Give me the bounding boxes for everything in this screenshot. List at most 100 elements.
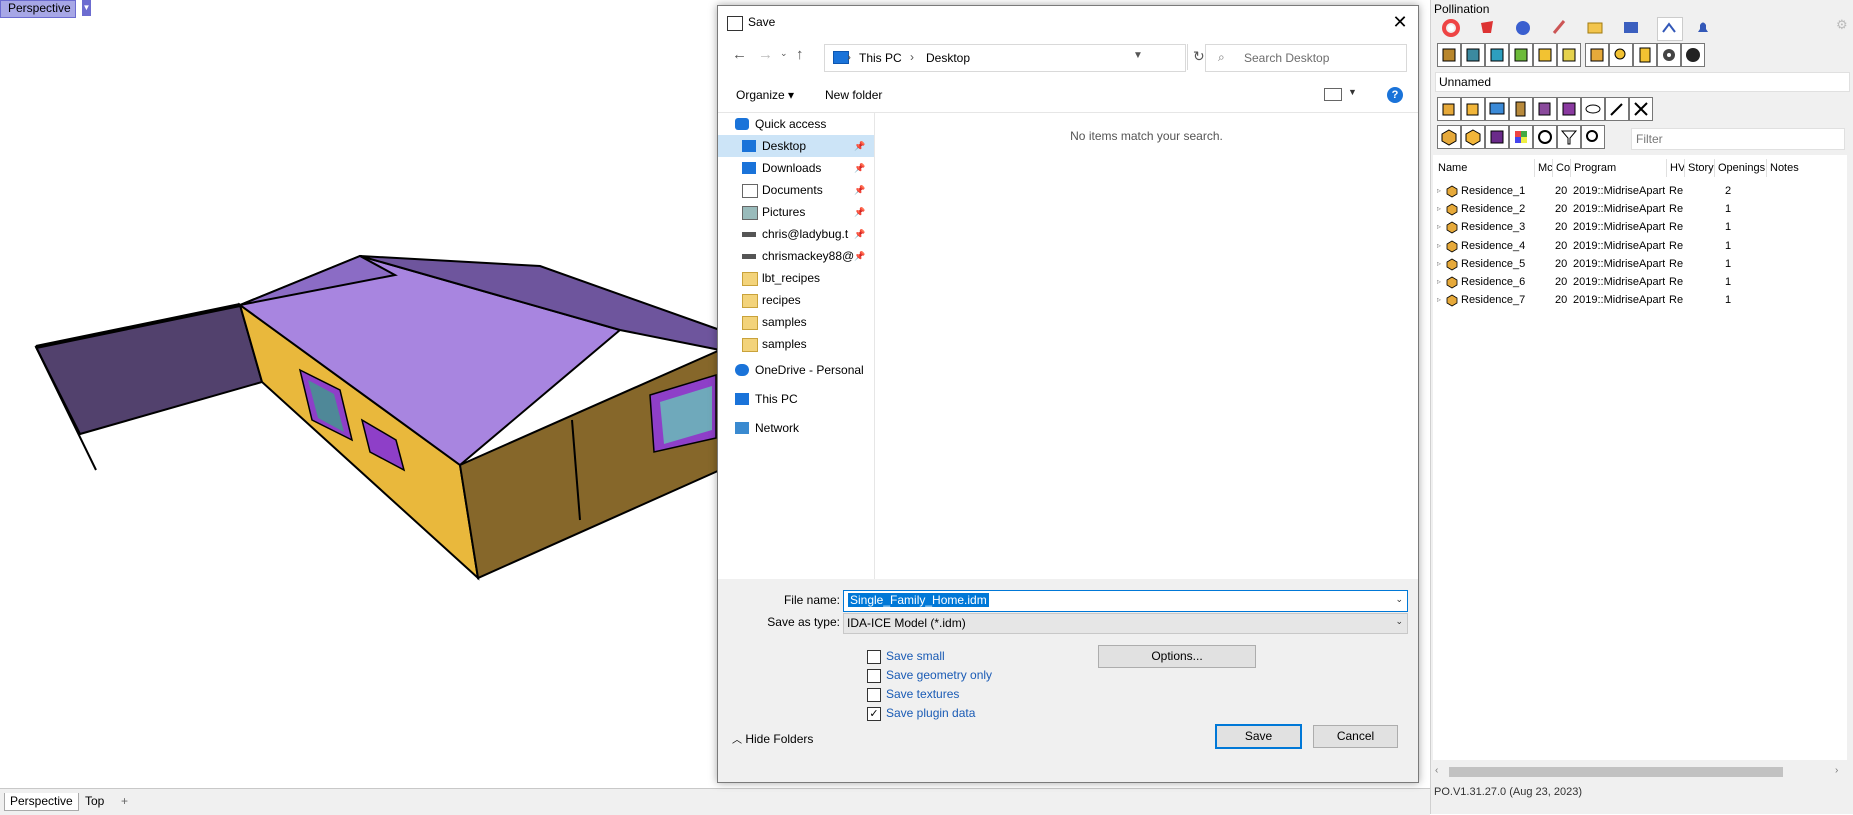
table-row[interactable]: ▹ Residence_3 20 2019::MidriseApartm Re 1 xyxy=(1433,218,1847,236)
pin-icon[interactable]: 📌 xyxy=(854,223,865,245)
sphere-tab-icon[interactable] xyxy=(1513,17,1537,39)
save-plugin-data-label[interactable]: Save plugin data xyxy=(886,706,975,720)
room-select-icon[interactable] xyxy=(1437,125,1461,149)
color-wheel-tab-icon[interactable] xyxy=(1441,17,1465,39)
up-arrow-icon[interactable]: ↑ xyxy=(796,46,804,63)
grid-view-icon[interactable] xyxy=(1485,125,1509,149)
help-button[interactable]: ? xyxy=(1387,87,1403,103)
close-button[interactable]: ✕ xyxy=(1386,9,1414,35)
save-textures-label[interactable]: Save textures xyxy=(886,687,959,701)
nav-item[interactable]: Network xyxy=(718,417,874,439)
table-row[interactable]: ▹ Residence_1 20 2019::MidriseApartm Re 2 xyxy=(1433,182,1847,200)
chevron-down-icon[interactable]: ▼ xyxy=(1348,87,1357,97)
folder-tab-icon[interactable] xyxy=(1585,17,1609,39)
horizontal-scrollbar[interactable]: ‹ › xyxy=(1433,764,1847,780)
file-list[interactable]: No items match your search. xyxy=(875,113,1418,579)
pin-icon[interactable]: 📌 xyxy=(854,157,865,179)
filter-input[interactable]: Filter xyxy=(1631,128,1845,150)
column-header[interactable]: Co xyxy=(1553,159,1571,177)
nav-item[interactable]: chris@ladybug.t 📌 xyxy=(718,223,874,245)
column-header[interactable]: Openings xyxy=(1715,159,1767,177)
nav-item[interactable]: chrismackey88@ 📌 xyxy=(718,245,874,267)
recent-dropdown-icon[interactable]: ⌄ xyxy=(780,48,788,59)
hexagon-icon[interactable] xyxy=(1461,125,1485,149)
save-type-select[interactable]: IDA-ICE Model (*.idm) ⌄ xyxy=(843,613,1408,634)
github-icon[interactable] xyxy=(1681,43,1705,67)
nav-item[interactable]: Desktop 📌 xyxy=(718,135,874,157)
upload-icon[interactable] xyxy=(1485,97,1509,121)
chevron-down-icon[interactable]: ⌄ xyxy=(1395,594,1403,605)
inspect-icon[interactable] xyxy=(1609,43,1633,67)
cancel-button[interactable]: Cancel xyxy=(1313,725,1398,748)
shade-icon[interactable] xyxy=(1509,43,1533,67)
table-row[interactable]: ▹ Residence_2 20 2019::MidriseApartm Re 1 xyxy=(1433,200,1847,218)
scroll-right-icon[interactable]: › xyxy=(1835,765,1838,776)
pin-icon[interactable]: 📌 xyxy=(854,201,865,223)
viewport-menu-arrow[interactable]: ▼ xyxy=(82,0,91,16)
scrollbar-thumb[interactable] xyxy=(1449,767,1783,777)
pin-icon[interactable]: 📌 xyxy=(854,245,865,267)
pollination-tab-icon[interactable] xyxy=(1657,17,1683,41)
save-geometry-only-label[interactable]: Save geometry only xyxy=(886,668,992,682)
back-arrow-icon[interactable]: ← xyxy=(732,46,747,63)
apply-icon[interactable] xyxy=(1533,97,1557,121)
color-grid-icon[interactable] xyxy=(1509,125,1533,149)
dialog-titlebar[interactable]: Save ✕ xyxy=(718,6,1418,38)
nav-item[interactable]: samples xyxy=(718,311,874,333)
check-icon[interactable] xyxy=(1557,43,1581,67)
save-textures-checkbox[interactable] xyxy=(867,688,881,702)
breadcrumb-this-pc[interactable]: This PC xyxy=(859,51,902,65)
refresh-icon[interactable] xyxy=(1533,125,1557,149)
new-folder-button[interactable]: New folder xyxy=(825,88,882,102)
model-name-field[interactable]: Unnamed xyxy=(1435,72,1850,92)
search-input[interactable]: ⌕ Search Desktop xyxy=(1205,44,1407,72)
column-header[interactable]: Mc xyxy=(1535,159,1553,177)
forward-arrow-icon[interactable]: → xyxy=(758,46,773,63)
tab-top[interactable]: Top xyxy=(80,793,109,810)
table-row[interactable]: ▹ Residence_4 20 2019::MidriseApartm Re 1 xyxy=(1433,237,1847,255)
save-small-checkbox[interactable] xyxy=(867,650,881,664)
add-room-icon[interactable] xyxy=(1437,97,1461,121)
save-button[interactable]: Save xyxy=(1215,724,1302,749)
nav-item[interactable]: recipes xyxy=(718,289,874,311)
pencil-icon[interactable] xyxy=(1605,97,1629,121)
column-header[interactable]: Story xyxy=(1685,159,1715,177)
grid-icon[interactable] xyxy=(1557,97,1581,121)
file-name-field[interactable]: Single_Family_Home.idm ⌄ xyxy=(843,590,1408,612)
save-plugin-data-checkbox[interactable]: ✓ xyxy=(867,707,881,721)
viewport-label[interactable]: Perspective xyxy=(0,0,76,18)
model-icon[interactable] xyxy=(1437,43,1461,67)
brush-tab-icon[interactable] xyxy=(1549,17,1573,39)
door-icon[interactable] xyxy=(1509,97,1533,121)
scroll-left-icon[interactable]: ‹ xyxy=(1435,765,1438,776)
column-header[interactable]: Notes xyxy=(1767,159,1830,177)
breadcrumb-desktop[interactable]: Desktop xyxy=(926,51,970,65)
nav-item[interactable]: Quick access xyxy=(718,113,874,135)
add-tab-button[interactable]: + xyxy=(116,793,133,810)
filter-icon[interactable] xyxy=(1557,125,1581,149)
delete-x-icon[interactable] xyxy=(1629,97,1653,121)
nav-item[interactable]: This PC xyxy=(718,388,874,410)
rhino-tab-icon[interactable] xyxy=(1477,17,1501,39)
aperture-icon[interactable] xyxy=(1485,43,1509,67)
refresh-icon[interactable]: ↻ xyxy=(1193,48,1205,65)
tab-perspective[interactable]: Perspective xyxy=(4,793,79,811)
chevron-down-icon[interactable]: ▼ xyxy=(1133,50,1143,61)
table-row[interactable]: ▹ Residence_6 20 2019::MidriseApartm Re 1 xyxy=(1433,273,1847,291)
settings-gear-icon[interactable]: ⚙ xyxy=(1836,17,1853,39)
hide-folders-button[interactable]: ︿ Hide Folders xyxy=(732,731,813,746)
address-bar[interactable]: › This PC › Desktop ▼ xyxy=(824,44,1186,72)
column-header[interactable]: Name xyxy=(1435,159,1535,177)
image-tab-icon[interactable] xyxy=(1621,17,1645,39)
nav-item[interactable]: lbt_recipes xyxy=(718,267,874,289)
pin-icon[interactable]: 📌 xyxy=(854,179,865,201)
save-small-label[interactable]: Save small xyxy=(886,649,945,663)
column-header[interactable]: Program xyxy=(1571,159,1667,177)
package-icon[interactable] xyxy=(1585,43,1609,67)
add-face-icon[interactable] xyxy=(1461,97,1485,121)
bell-tab-icon[interactable] xyxy=(1693,17,1717,39)
pin-icon[interactable]: 📌 xyxy=(854,135,865,157)
options-button[interactable]: Options... xyxy=(1098,645,1256,668)
face-icon[interactable] xyxy=(1533,43,1557,67)
save-geometry-only-checkbox[interactable] xyxy=(867,669,881,683)
